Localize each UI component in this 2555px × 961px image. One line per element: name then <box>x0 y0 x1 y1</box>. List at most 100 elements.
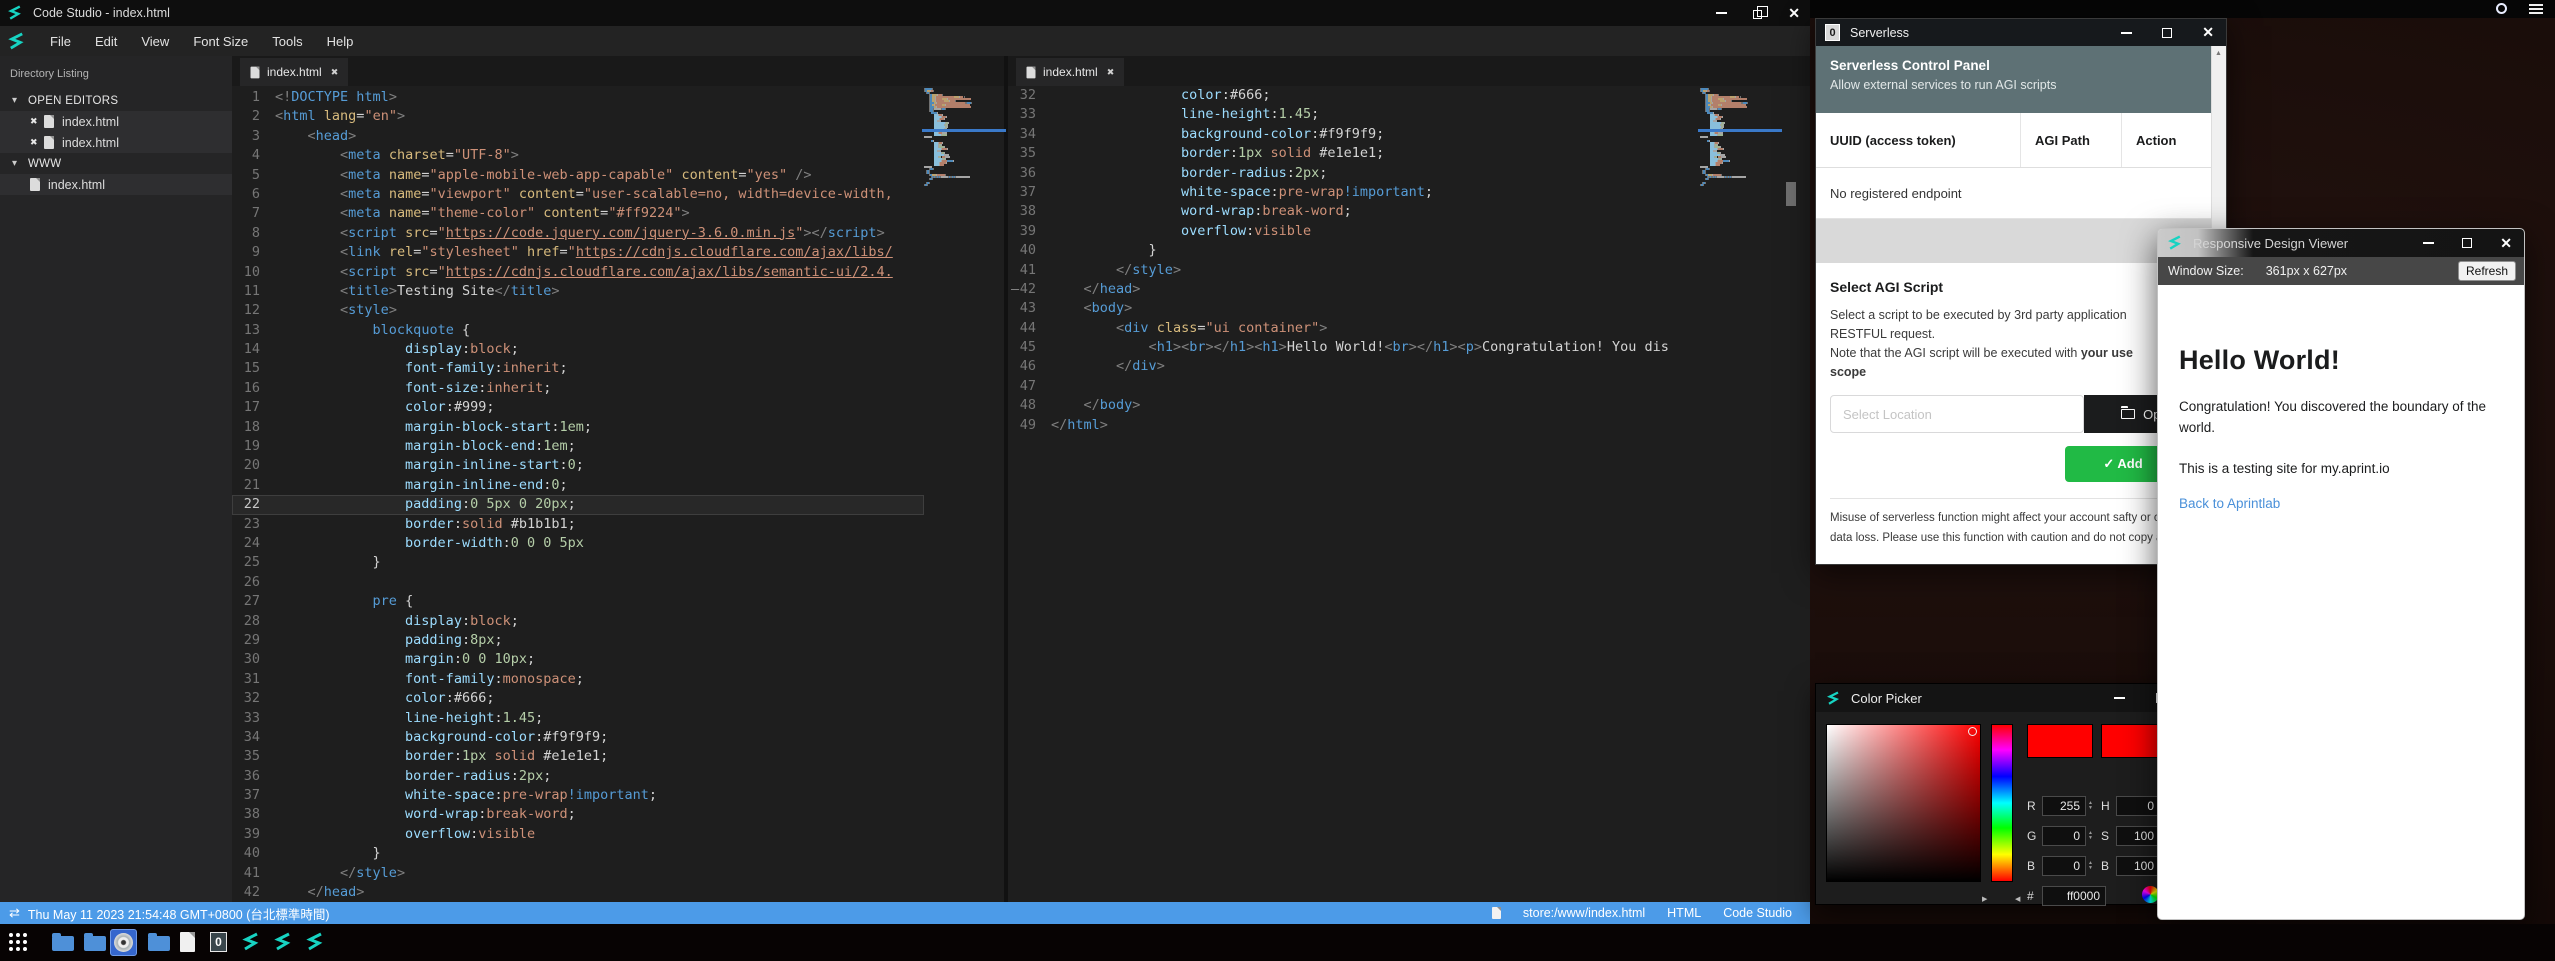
code-line[interactable]: 35 border:1px solid #e1e1e1; <box>1008 144 1700 163</box>
minimap-right[interactable] <box>1700 88 1780 198</box>
code-line[interactable]: 1<!DOCTYPE html> <box>232 88 924 107</box>
hamburger-menu-icon[interactable] <box>2529 4 2543 14</box>
hue-field[interactable] <box>2116 796 2160 816</box>
code-line[interactable]: 39 overflow:visible <box>1008 222 1700 241</box>
maximize-icon[interactable] <box>2162 28 2172 38</box>
code-line[interactable]: 3 <head> <box>232 127 924 146</box>
code-line[interactable]: 32 color:#666; <box>1008 86 1700 105</box>
saturation-field[interactable] <box>2116 826 2160 846</box>
code-line[interactable]: 6 <meta name="viewport" content="user-sc… <box>232 185 924 204</box>
close-icon[interactable]: ✖ <box>30 116 44 127</box>
code-line[interactable]: 44 <div class="ui container"> <box>1008 319 1700 338</box>
code-line[interactable]: 25 } <box>232 553 924 572</box>
refresh-button[interactable]: Refresh <box>2458 261 2516 281</box>
code-line[interactable]: 14 display:block; <box>232 340 924 359</box>
title-bar[interactable]: Code Studio - index.html ✕ <box>0 0 1810 26</box>
editor-pane-right[interactable]: 32 color:#666;33 line-height:1.45;34 bac… <box>1008 56 1700 902</box>
code-studio-logo-icon[interactable] <box>273 932 293 952</box>
code-line[interactable]: 47 <box>1008 377 1700 396</box>
maximize-icon[interactable] <box>2462 238 2472 248</box>
script-location-input[interactable] <box>1830 395 2084 433</box>
code-line[interactable]: 39 overflow:visible <box>232 825 924 844</box>
code-line[interactable]: 30 margin:0 0 10px; <box>232 650 924 669</box>
code-line[interactable]: 20 margin-inline-start:0; <box>232 456 924 475</box>
code-line[interactable]: 40 } <box>232 844 924 863</box>
code-line[interactable]: 36 border-radius:2px; <box>232 767 924 786</box>
scroll-up-icon[interactable]: ▲ <box>2215 50 2222 57</box>
stepper-icon[interactable]: ▲▼ <box>2088 831 2093 841</box>
scrollbar-thumb[interactable] <box>1786 182 1796 206</box>
code-line[interactable]: 48 </body> <box>1008 396 1700 415</box>
hue-slider[interactable] <box>1991 724 2013 882</box>
minimize-icon[interactable] <box>2121 32 2132 34</box>
close-icon[interactable]: ✕ <box>2202 24 2214 41</box>
color-selector-ring[interactable] <box>1968 727 1977 736</box>
code-line[interactable]: 42 </head> <box>232 883 924 902</box>
code-line[interactable]: 41 </style> <box>232 864 924 883</box>
folder-icon[interactable] <box>148 936 170 951</box>
sidebar-section-open-editors[interactable]: ▾ OPEN EDITORS <box>0 90 232 111</box>
title-bar[interactable]: Responsive Design Viewer ✕ <box>2158 229 2524 257</box>
code-line[interactable]: 24 border-width:0 0 0 5px <box>232 534 924 553</box>
menu-tools[interactable]: Tools <box>260 34 314 49</box>
back-to-aprintlab-link[interactable]: Back to Aprintlab <box>2179 496 2280 511</box>
stepper-icon[interactable]: ▲▼ <box>2088 801 2093 811</box>
code-line[interactable]: 17 color:#999; <box>232 398 924 417</box>
code-line[interactable]: 38 word-wrap:break-word; <box>232 805 924 824</box>
code-line[interactable]: 10 <script src="https://cdnjs.cloudflare… <box>232 263 924 282</box>
code-line[interactable]: 4 <meta charset="UTF-8"> <box>232 146 924 165</box>
code-line[interactable]: 16 font-size:inherit; <box>232 379 924 398</box>
saturation-value-gradient[interactable] <box>1826 724 1981 882</box>
close-icon[interactable]: ✕ <box>2500 235 2512 252</box>
code-line[interactable]: 28 display:block; <box>232 612 924 631</box>
restore-icon[interactable] <box>1753 10 1762 19</box>
code-studio-logo-icon[interactable] <box>305 932 325 952</box>
disc-icon-active[interactable] <box>110 929 137 956</box>
menu-file[interactable]: File <box>38 34 83 49</box>
hue-marker-left-icon[interactable]: ▶ <box>1982 895 1987 903</box>
minimize-icon[interactable] <box>2423 242 2434 244</box>
close-icon[interactable]: ✕ <box>1788 5 1800 22</box>
menu-edit[interactable]: Edit <box>83 34 129 49</box>
code-line[interactable]: 42– </head> <box>1008 280 1700 299</box>
code-line[interactable]: 33 line-height:1.45; <box>232 709 924 728</box>
code-line[interactable]: 49</html> <box>1008 416 1700 435</box>
code-line[interactable]: 9 <link rel="stylesheet" href="https://c… <box>232 243 924 262</box>
menu-view[interactable]: View <box>129 34 181 49</box>
file-icon[interactable] <box>180 932 195 952</box>
code-line[interactable]: 15 font-family:inherit; <box>232 359 924 378</box>
loading-circle-icon[interactable] <box>2496 3 2507 14</box>
blue-field[interactable] <box>2042 856 2086 876</box>
menu-font-size[interactable]: Font Size <box>181 34 260 49</box>
title-bar[interactable]: 0 Serverless ✕ <box>1816 19 2226 46</box>
code-line[interactable]: 13 blockquote { <box>232 321 924 340</box>
code-line[interactable]: 43 <body> <box>1008 299 1700 318</box>
menu-help[interactable]: Help <box>315 34 366 49</box>
minimize-icon[interactable] <box>1716 12 1727 14</box>
code-line[interactable]: 45 <h1><br></h1><h1>Hello World!<br></h1… <box>1008 338 1700 357</box>
app-launcher-grid-icon[interactable] <box>9 933 27 951</box>
code-line[interactable]: 34 background-color:#f9f9f9; <box>1008 125 1700 144</box>
code-line[interactable]: 11 <title>Testing Site</title> <box>232 282 924 301</box>
serverless-zero-icon[interactable]: 0 <box>210 932 227 952</box>
sidebar-item-open-editor[interactable]: ✖ index.html <box>0 111 232 132</box>
code-line[interactable]: 37 white-space:pre-wrap!important; <box>232 786 924 805</box>
code-line[interactable]: 29 padding:8px; <box>232 631 924 650</box>
editor-pane-left[interactable]: 1<!DOCTYPE html>2<html lang="en">3 <head… <box>232 56 924 902</box>
code-line[interactable]: 34 background-color:#f9f9f9; <box>232 728 924 747</box>
folder-icon[interactable] <box>84 936 106 951</box>
code-line[interactable]: 26 <box>232 573 924 592</box>
code-line[interactable]: 19 margin-block-end:1em; <box>232 437 924 456</box>
code-line[interactable]: 2<html lang="en"> <box>232 107 924 126</box>
code-line[interactable]: 40 } <box>1008 241 1700 260</box>
code-line[interactable]: 27 pre { <box>232 592 924 611</box>
sidebar-item-file[interactable]: index.html <box>0 174 232 195</box>
hex-field[interactable] <box>2042 886 2106 906</box>
code-line[interactable]: 36 border-radius:2px; <box>1008 164 1700 183</box>
code-line[interactable]: 33 line-height:1.45; <box>1008 105 1700 124</box>
hue-marker-right-icon[interactable]: ◀ <box>2015 895 2020 903</box>
code-line[interactable]: 23 border:solid #b1b1b1; <box>232 515 924 534</box>
code-line[interactable]: 7 <meta name="theme-color" content="#ff9… <box>232 204 924 223</box>
code-line[interactable]: 31 font-family:monospace; <box>232 670 924 689</box>
code-line[interactable]: 41 </style> <box>1008 261 1700 280</box>
